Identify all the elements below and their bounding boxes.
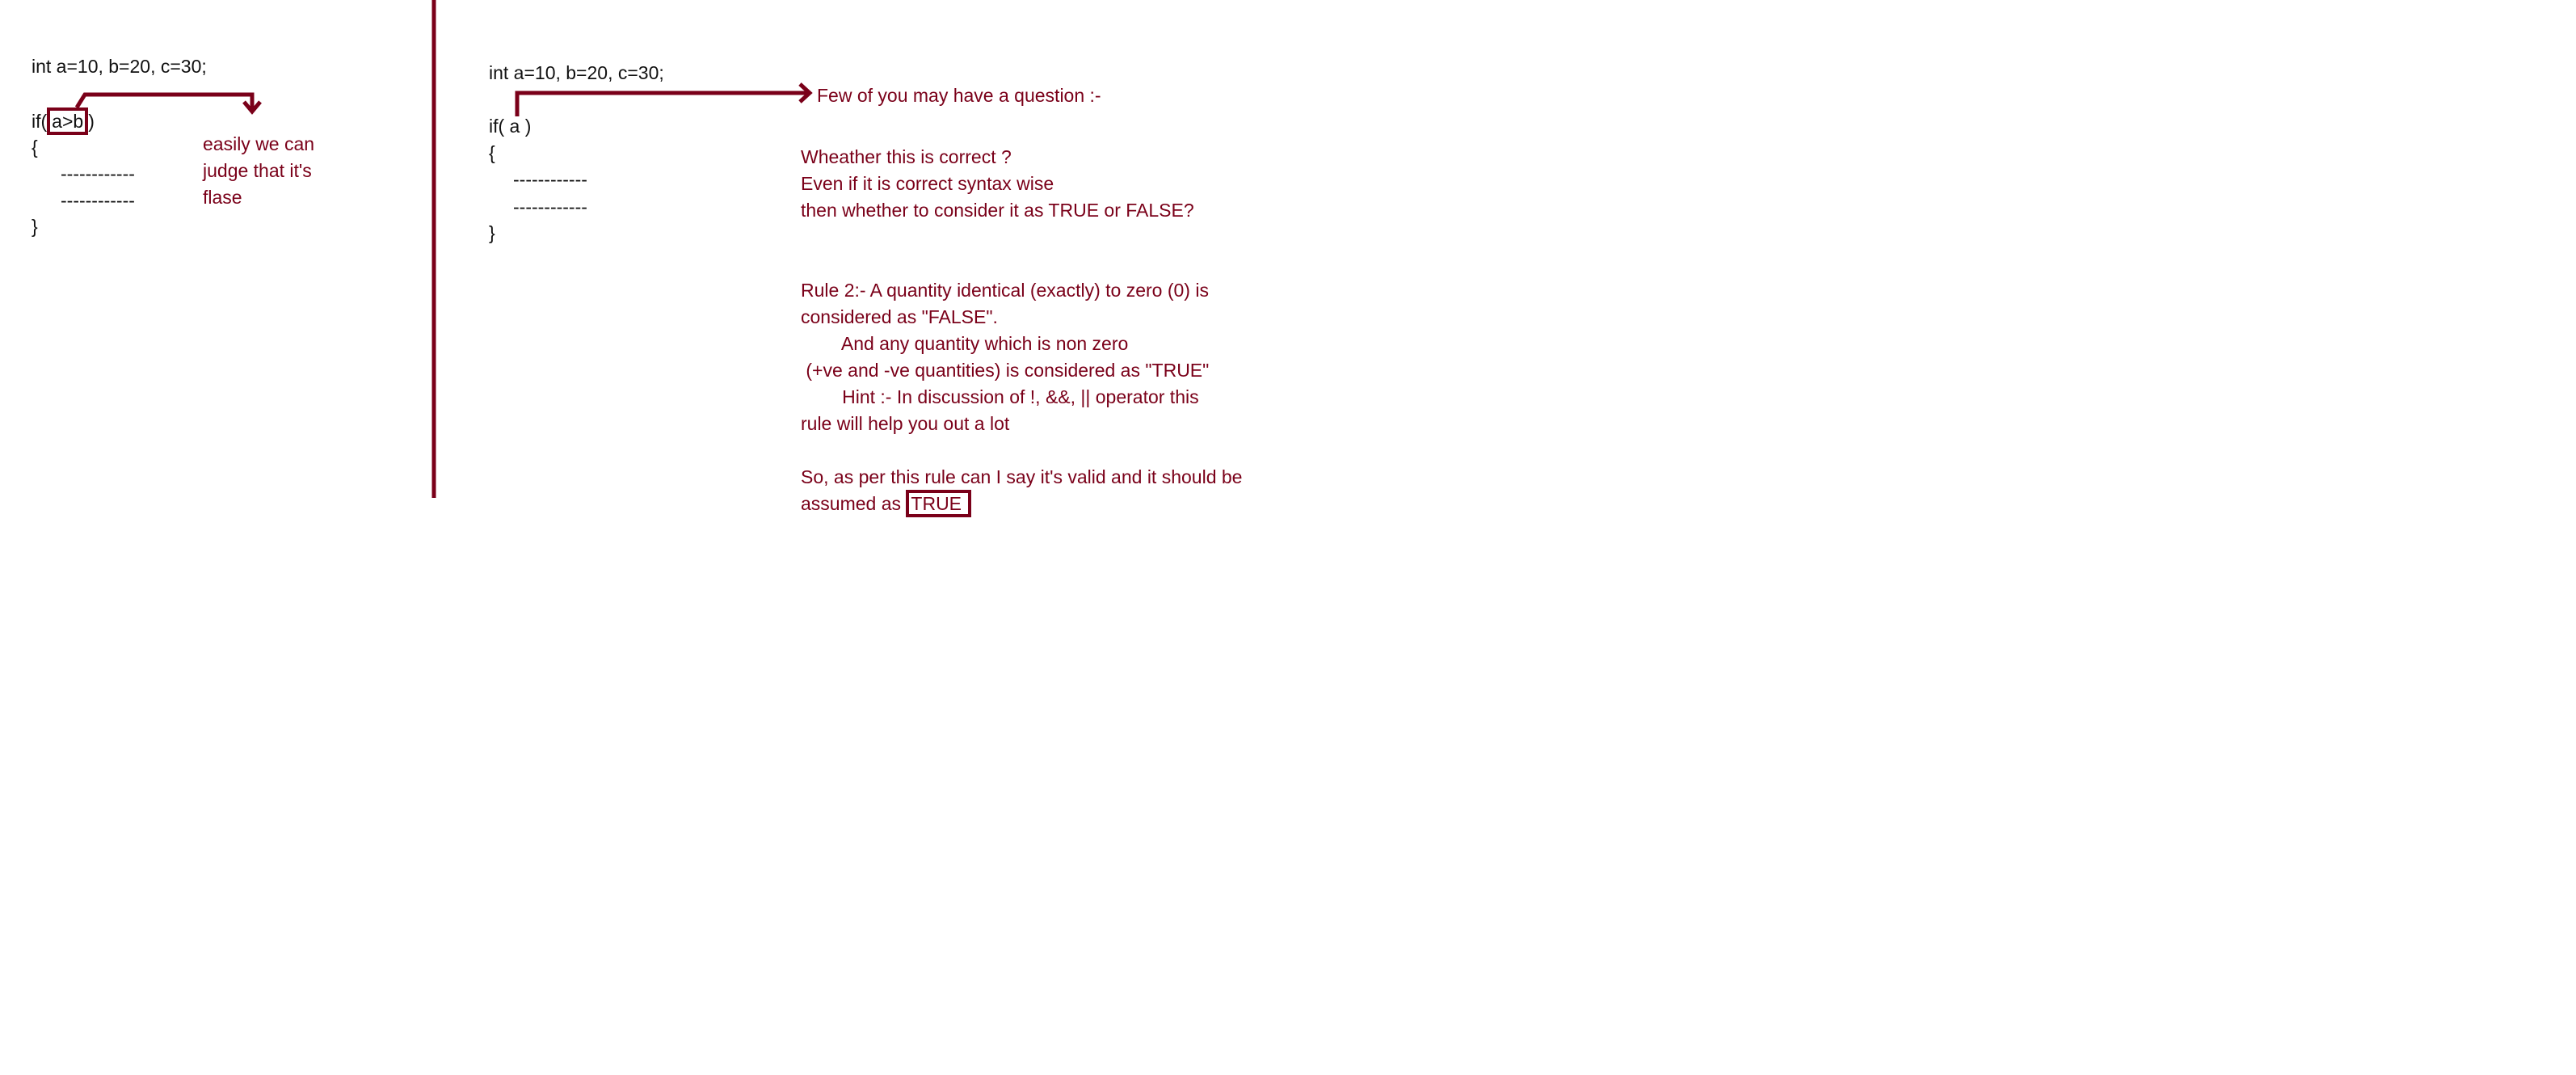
left-arrowhead-icon — [242, 100, 262, 115]
right-open-brace: { — [489, 142, 495, 163]
conclusion-line: So, as per this rule can I say it's vali… — [801, 466, 1243, 487]
rule-line: rule will help you out a lot — [801, 413, 1010, 434]
conclusion-line: assumed as TRUE — [801, 490, 972, 517]
left-annotation-note: judge that it's — [203, 160, 312, 181]
left-if-suffix: ) — [88, 111, 95, 132]
question-line: Wheather this is correct ? — [801, 146, 1012, 167]
left-declaration-line: int a=10, b=20, c=30; — [32, 56, 207, 77]
question-line: then whether to consider it as TRUE or F… — [801, 200, 1194, 221]
rule-line: Hint :- In discussion of !, &&, || opera… — [801, 386, 1199, 407]
left-body-line: ------------ — [61, 190, 135, 211]
left-body-line: ------------ — [61, 163, 135, 184]
question-line: Even if it is correct syntax wise — [801, 173, 1054, 194]
rule-line: And any quantity which is non zero — [801, 333, 1129, 354]
right-declaration-line: int a=10, b=20, c=30; — [489, 62, 664, 83]
left-annotation-note: flase — [203, 187, 242, 208]
rule-line: (+ve and -ve quantities) is considered a… — [801, 360, 1210, 381]
true-answer-highlight: TRUE — [906, 490, 972, 517]
rule-line: considered as "FALSE". — [801, 306, 998, 327]
left-if-prefix: if( — [32, 111, 48, 132]
right-elbow-arrow — [515, 91, 808, 116]
left-open-brace: { — [32, 137, 38, 158]
right-arrowhead-icon — [798, 82, 813, 103]
left-elbow-arrow — [74, 92, 255, 109]
right-close-brace: } — [489, 222, 495, 243]
right-if-line: if( a ) — [489, 116, 532, 137]
right-body-line: ------------ — [513, 196, 587, 217]
left-if-line: if(a>b) — [32, 108, 95, 135]
rule-line: Rule 2:- A quantity identical (exactly) … — [801, 280, 1209, 301]
right-body-line: ------------ — [513, 169, 587, 190]
left-annotation-note: easily we can — [203, 133, 315, 154]
annotation-drawing — [74, 0, 813, 498]
conclusion-prefix: assumed as — [801, 493, 907, 514]
left-close-brace: } — [32, 216, 38, 237]
question-header: Few of you may have a question :- — [817, 85, 1101, 106]
left-condition-highlight: a>b — [47, 108, 89, 135]
